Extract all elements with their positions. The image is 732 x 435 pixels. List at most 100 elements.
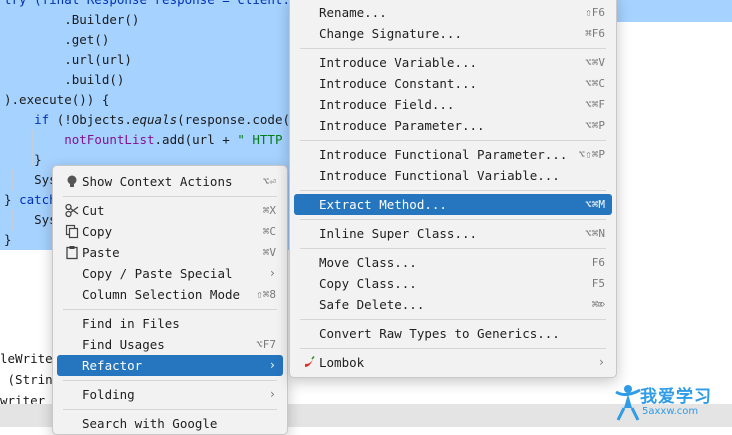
menu-item-search-with-google[interactable]: Search with Google bbox=[57, 413, 283, 434]
code-line: Sys bbox=[4, 170, 57, 190]
menu-item-introduce-parameter[interactable]: Introduce Parameter... ⌥⌘P bbox=[294, 115, 612, 136]
menu-item-introduce-variable[interactable]: Introduce Variable... ⌥⌘V bbox=[294, 52, 612, 73]
menu-item-paste[interactable]: Paste ⌘V bbox=[57, 242, 283, 263]
menu-item-shortcut: ⌥⌘V bbox=[585, 56, 605, 69]
menu-item-lombok[interactable]: Lombok › bbox=[294, 352, 612, 373]
code-line: notFountList.add(url + " HTTP Co bbox=[4, 130, 305, 150]
code-line: ).execute()) { bbox=[4, 90, 109, 110]
menu-item-label: Copy Class... bbox=[319, 276, 417, 291]
menu-item-folding[interactable]: Folding › bbox=[57, 384, 283, 405]
code-line: .get() bbox=[4, 30, 109, 50]
menu-item-label: Introduce Parameter... bbox=[319, 118, 485, 133]
menu-item-find-usages[interactable]: Find Usages ⌥F7 bbox=[57, 334, 283, 355]
code-line: .Builder() bbox=[4, 10, 139, 30]
code-token: Sys bbox=[4, 212, 57, 227]
menu-item-label: Column Selection Mode bbox=[82, 287, 241, 302]
menu-item-label: Find in Files bbox=[82, 316, 180, 331]
code-token: Sys bbox=[4, 172, 57, 187]
menu-item-label: Show Context Actions bbox=[82, 174, 233, 189]
menu-item-refactor[interactable]: Refactor › bbox=[57, 355, 283, 376]
menu-item-shortcut: ⌥⌘C bbox=[585, 77, 605, 90]
menu-item-rename[interactable]: Rename... ⇧F6 bbox=[294, 2, 612, 23]
code-token: try (final Response response = client.ne bbox=[4, 0, 305, 7]
code-line: if (!Objects.equals(response.code(), bbox=[4, 110, 305, 130]
code-token: .get() bbox=[4, 32, 110, 47]
menu-item-move-class[interactable]: Move Class... F6 bbox=[294, 252, 612, 273]
code-token: } bbox=[4, 152, 42, 167]
scissors-icon bbox=[65, 203, 79, 218]
code-line: .build() bbox=[4, 70, 124, 90]
clipboard-icon bbox=[65, 245, 79, 260]
menu-item-label: Paste bbox=[82, 245, 120, 260]
menu-item-shortcut: ⌥⌘F bbox=[585, 98, 605, 111]
menu-item-label: Cut bbox=[82, 203, 105, 218]
menu-item-introduce-constant[interactable]: Introduce Constant... ⌥⌘C bbox=[294, 73, 612, 94]
menu-item-column-selection-mode[interactable]: Column Selection Mode ⇧⌘8 bbox=[57, 284, 283, 305]
menu-item-label: Convert Raw Types to Generics... bbox=[319, 326, 560, 341]
menu-item-cut[interactable]: Cut ⌘X bbox=[57, 200, 283, 221]
menu-separator bbox=[300, 219, 606, 220]
menu-item-label: Refactor bbox=[82, 358, 143, 373]
menu-item-label: Lombok bbox=[319, 355, 365, 370]
code-token: equals bbox=[131, 112, 178, 127]
chevron-right-icon: › bbox=[268, 387, 276, 401]
menu-item-label: Search with Google bbox=[82, 416, 218, 431]
menu-item-shortcut: ⌥⌘N bbox=[585, 227, 605, 240]
menu-item-copy-class[interactable]: Copy Class... F5 bbox=[294, 273, 612, 294]
chevron-right-icon: › bbox=[268, 266, 276, 280]
menu-separator bbox=[63, 409, 277, 410]
menu-item-label: Change Signature... bbox=[319, 26, 462, 41]
code-token: ).execute()) { bbox=[4, 92, 110, 107]
menu-item-label: Move Class... bbox=[319, 255, 417, 270]
menu-item-label: Copy bbox=[82, 224, 113, 239]
menu-item-find-in-files[interactable]: Find in Files bbox=[57, 313, 283, 334]
menu-item-shortcut: ⌥⇧⌘P bbox=[578, 148, 606, 161]
menu-item-show-context-actions[interactable]: Show Context Actions ⌥⏎ bbox=[57, 171, 283, 192]
menu-item-label: Introduce Constant... bbox=[319, 76, 478, 91]
menu-item-shortcut: ⇧⌘8 bbox=[256, 288, 276, 301]
menu-item-safe-delete[interactable]: Safe Delete... ⌘⌦ bbox=[294, 294, 612, 315]
menu-item-label: Introduce Variable... bbox=[319, 55, 478, 70]
menu-item-shortcut: ⌘⌦ bbox=[591, 298, 605, 311]
menu-item-shortcut: ⌥F7 bbox=[256, 338, 276, 351]
menu-separator bbox=[63, 309, 277, 310]
menu-separator bbox=[63, 380, 277, 381]
code-line: } bbox=[4, 230, 12, 250]
menu-item-label: Introduce Functional Variable... bbox=[319, 168, 560, 183]
watermark: 我爱学习 5axxw.com bbox=[612, 380, 727, 424]
code-line: Sys bbox=[4, 210, 57, 230]
menu-item-convert-raw-types-to-generics[interactable]: Convert Raw Types to Generics... bbox=[294, 323, 612, 344]
selection-highlight-right bbox=[616, 0, 732, 22]
menu-item-label: Rename... bbox=[319, 5, 387, 20]
refactor-submenu: Rename... ⇧F6 Change Signature... ⌘F6 Introd… bbox=[289, 0, 617, 378]
menu-item-label: Introduce Functional Parameter... bbox=[319, 147, 568, 162]
menu-item-change-signature[interactable]: Change Signature... ⌘F6 bbox=[294, 23, 612, 44]
code-token: (!Objects. bbox=[49, 112, 132, 127]
chevron-right-icon: › bbox=[597, 355, 605, 369]
menu-item-label: Safe Delete... bbox=[319, 297, 425, 312]
menu-separator bbox=[300, 48, 606, 49]
code-token: if bbox=[34, 112, 50, 127]
menu-item-label: Copy / Paste Special bbox=[82, 266, 233, 281]
menu-item-shortcut: F6 bbox=[591, 256, 605, 269]
code-token: } bbox=[4, 192, 20, 207]
code-line: } bbox=[4, 150, 42, 170]
menu-item-inline-super-class[interactable]: Inline Super Class... ⌥⌘N bbox=[294, 223, 612, 244]
menu-item-extract-method[interactable]: Extract Method... ⌥⌘M bbox=[294, 194, 612, 215]
menu-item-shortcut: ⌥⏎ bbox=[262, 175, 276, 188]
menu-item-introduce-functional-parameter[interactable]: Introduce Functional Parameter... ⌥⇧⌘P bbox=[294, 144, 612, 165]
code-line: .url(url) bbox=[4, 50, 132, 70]
code-token: .build() bbox=[4, 72, 125, 87]
menu-separator bbox=[63, 196, 277, 197]
menu-item-shortcut: ⌘C bbox=[262, 225, 276, 238]
menu-item-label: Inline Super Class... bbox=[319, 226, 478, 241]
menu-item-introduce-functional-variable[interactable]: Introduce Functional Variable... bbox=[294, 165, 612, 186]
menu-separator bbox=[300, 140, 606, 141]
menu-item-copy[interactable]: Copy ⌘C bbox=[57, 221, 283, 242]
menu-item-label: Introduce Field... bbox=[319, 97, 455, 112]
menu-item-copy-paste-special[interactable]: Copy / Paste Special › bbox=[57, 263, 283, 284]
code-token: .url(url) bbox=[4, 52, 132, 67]
menu-item-introduce-field[interactable]: Introduce Field... ⌥⌘F bbox=[294, 94, 612, 115]
